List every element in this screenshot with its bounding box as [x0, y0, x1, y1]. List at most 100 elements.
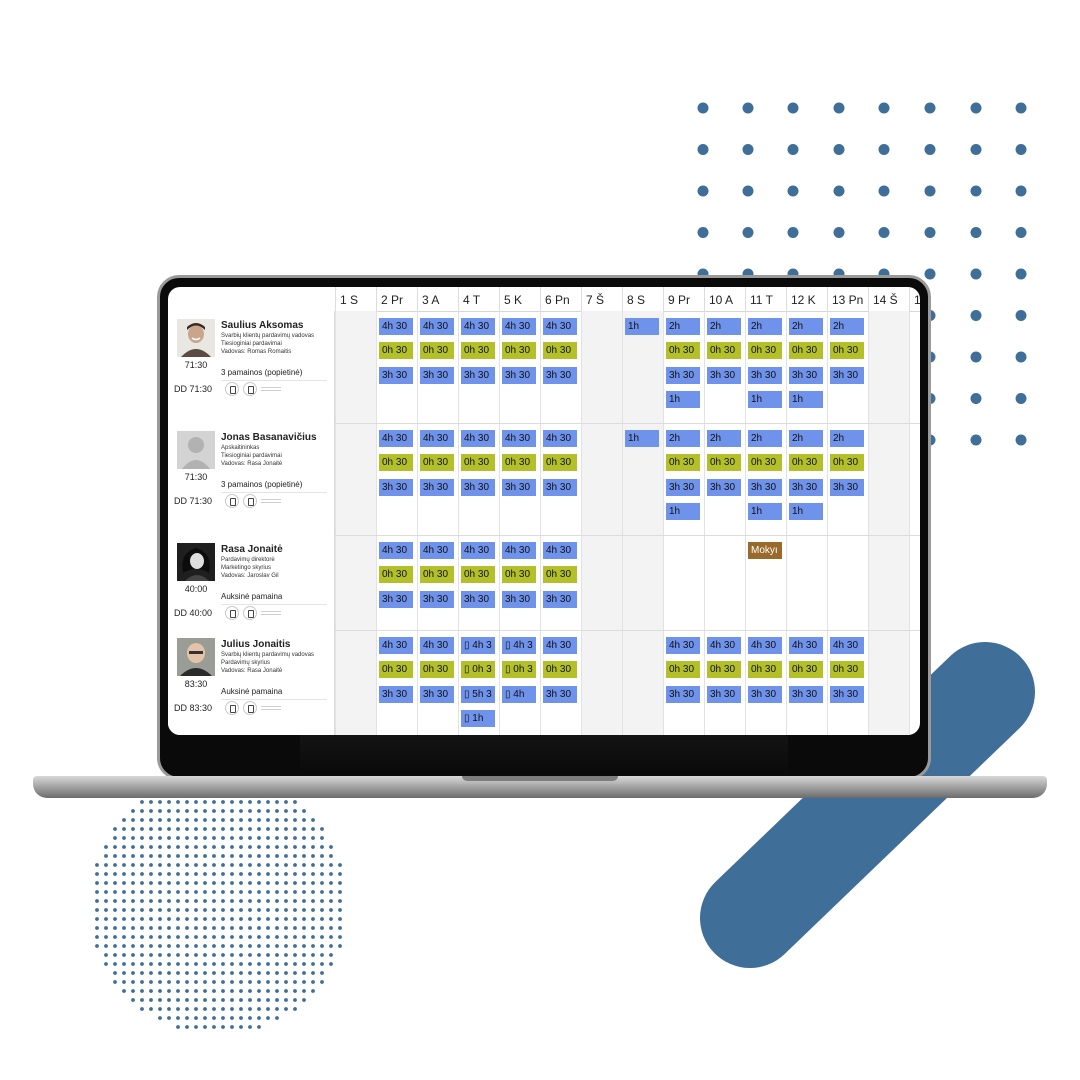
- shift-block[interactable]: 2h: [666, 318, 700, 335]
- shift-block[interactable]: 0h 30: [379, 566, 413, 583]
- avatar[interactable]: [177, 543, 215, 581]
- shift-block[interactable]: 0h 30: [830, 661, 864, 678]
- shift-block[interactable]: 2h: [666, 430, 700, 447]
- phone-icon[interactable]: [243, 494, 257, 508]
- shift-block[interactable]: 3h 30: [502, 591, 536, 608]
- shift-block[interactable]: 3h 30: [379, 591, 413, 608]
- shift-block[interactable]: 3h 30: [748, 479, 782, 496]
- shift-block[interactable]: 0h 30: [379, 661, 413, 678]
- shift-block[interactable]: 2h: [707, 318, 741, 335]
- shift-block[interactable]: 1h: [789, 503, 823, 520]
- more-icon[interactable]: [261, 611, 281, 615]
- shift-block[interactable]: 0h 30: [461, 454, 495, 471]
- day-header[interactable]: 11 T: [745, 287, 786, 311]
- avatar[interactable]: [177, 431, 215, 469]
- shift-block[interactable]: 0h 30: [420, 454, 454, 471]
- shift-block[interactable]: 1h: [625, 430, 659, 447]
- day-header[interactable]: 1 S: [335, 287, 376, 311]
- shift-block[interactable]: 2h: [830, 318, 864, 335]
- shift-block[interactable]: 3h 30: [543, 686, 577, 703]
- phone-icon[interactable]: [225, 494, 239, 508]
- employee-name[interactable]: Julius Jonaitis: [221, 639, 290, 650]
- shift-block[interactable]: 0h 30: [666, 342, 700, 359]
- shift-block[interactable]: 0h 30: [379, 454, 413, 471]
- shift-block[interactable]: 4h 30: [420, 318, 454, 335]
- shift-block[interactable]: 3h 30: [707, 367, 741, 384]
- shift-block[interactable]: 3h 30: [830, 479, 864, 496]
- shift-block[interactable]: 0h 30: [420, 661, 454, 678]
- shift-block[interactable]: ▯ 0h 3: [502, 661, 536, 678]
- shift-block[interactable]: 0h 30: [748, 661, 782, 678]
- shift-block[interactable]: 3h 30: [789, 367, 823, 384]
- employee-name[interactable]: Jonas Basanavičius: [221, 432, 317, 443]
- shift-block[interactable]: 1h: [748, 391, 782, 408]
- day-header[interactable]: 15: [909, 287, 920, 311]
- shift-block[interactable]: 4h 30: [420, 542, 454, 559]
- day-header[interactable]: 13 Pn: [827, 287, 868, 311]
- shift-block[interactable]: 1h: [748, 503, 782, 520]
- shift-block[interactable]: 4h 30: [461, 430, 495, 447]
- shift-block[interactable]: 4h 30: [543, 318, 577, 335]
- day-header[interactable]: 10 A: [704, 287, 745, 311]
- shift-block[interactable]: ▯ 4h 3: [502, 637, 536, 654]
- shift-block[interactable]: 1h: [625, 318, 659, 335]
- shift-block[interactable]: 2h: [748, 318, 782, 335]
- shift-block[interactable]: 3h 30: [830, 367, 864, 384]
- day-header[interactable]: 8 S: [622, 287, 663, 311]
- avatar[interactable]: [177, 638, 215, 676]
- shift-block[interactable]: 3h 30: [502, 479, 536, 496]
- day-header[interactable]: 7 Š: [581, 287, 622, 311]
- shift-block[interactable]: 0h 30: [789, 454, 823, 471]
- shift-block[interactable]: 3h 30: [379, 479, 413, 496]
- shift-block[interactable]: 0h 30: [543, 566, 577, 583]
- shift-block[interactable]: Mokyı: [748, 542, 782, 559]
- shift-block[interactable]: 0h 30: [543, 454, 577, 471]
- shift-block[interactable]: 0h 30: [748, 342, 782, 359]
- shift-block[interactable]: 1h: [789, 391, 823, 408]
- shift-block[interactable]: 0h 30: [748, 454, 782, 471]
- shift-block[interactable]: 0h 30: [379, 342, 413, 359]
- shift-block[interactable]: 3h 30: [543, 479, 577, 496]
- shift-block[interactable]: 0h 30: [830, 454, 864, 471]
- shift-block[interactable]: 3h 30: [461, 367, 495, 384]
- shift-block[interactable]: 4h 30: [379, 318, 413, 335]
- shift-block[interactable]: 1h: [666, 391, 700, 408]
- employee-shift-type[interactable]: Auksinė pamaina: [221, 687, 282, 696]
- shift-block[interactable]: 3h 30: [707, 479, 741, 496]
- shift-block[interactable]: 0h 30: [666, 661, 700, 678]
- employee-shift-type[interactable]: Auksinė pamaina: [221, 592, 282, 601]
- shift-block[interactable]: 3h 30: [461, 591, 495, 608]
- shift-block[interactable]: 0h 30: [789, 661, 823, 678]
- shift-block[interactable]: 3h 30: [748, 686, 782, 703]
- shift-block[interactable]: 3h 30: [707, 686, 741, 703]
- shift-block[interactable]: ▯ 4h 3: [461, 637, 495, 654]
- shift-block[interactable]: 0h 30: [502, 454, 536, 471]
- shift-block[interactable]: 4h 30: [379, 542, 413, 559]
- shift-block[interactable]: 0h 30: [420, 342, 454, 359]
- shift-block[interactable]: 3h 30: [502, 367, 536, 384]
- day-header[interactable]: 3 A: [417, 287, 458, 311]
- day-header[interactable]: 12 K: [786, 287, 827, 311]
- employee-shift-type[interactable]: 3 pamainos (popietinė): [221, 480, 302, 489]
- phone-icon[interactable]: [225, 382, 239, 396]
- shift-block[interactable]: 4h 30: [830, 637, 864, 654]
- shift-block[interactable]: 0h 30: [543, 661, 577, 678]
- phone-icon[interactable]: [225, 606, 239, 620]
- day-header[interactable]: 6 Pn: [540, 287, 581, 311]
- shift-block[interactable]: 4h 30: [543, 430, 577, 447]
- shift-block[interactable]: 4h 30: [461, 542, 495, 559]
- shift-block[interactable]: 3h 30: [666, 367, 700, 384]
- shift-block[interactable]: 4h 30: [420, 430, 454, 447]
- phone-icon[interactable]: [243, 701, 257, 715]
- shift-block[interactable]: 3h 30: [420, 367, 454, 384]
- day-header[interactable]: 5 K: [499, 287, 540, 311]
- day-header[interactable]: 4 T: [458, 287, 499, 311]
- shift-block[interactable]: 3h 30: [420, 479, 454, 496]
- shift-block[interactable]: 0h 30: [707, 661, 741, 678]
- shift-block[interactable]: 0h 30: [666, 454, 700, 471]
- shift-block[interactable]: 4h 30: [707, 637, 741, 654]
- shift-block[interactable]: 0h 30: [461, 566, 495, 583]
- employee-name[interactable]: Saulius Aksomas: [221, 320, 303, 331]
- phone-icon[interactable]: [243, 382, 257, 396]
- phone-icon[interactable]: [243, 606, 257, 620]
